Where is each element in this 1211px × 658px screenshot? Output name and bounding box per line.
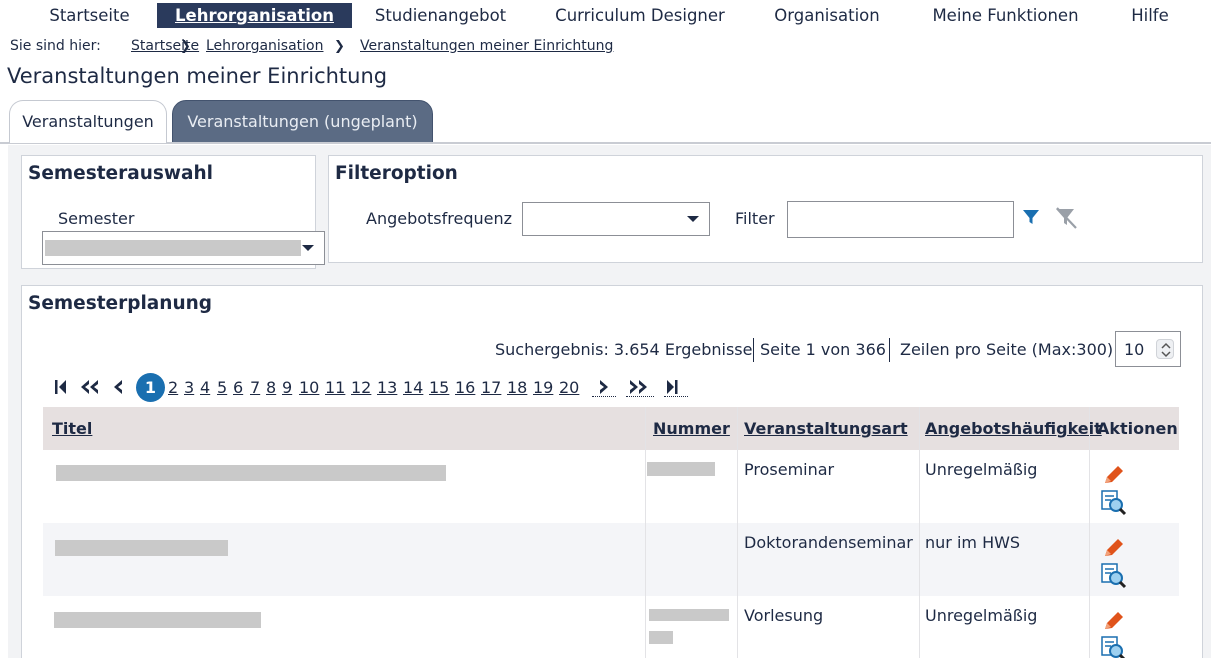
page-link[interactable]: 13	[377, 378, 397, 397]
page-link[interactable]: 15	[429, 378, 449, 397]
rows-per-page-value: 10	[1124, 340, 1145, 359]
column-header-angebotshaeufigkeit[interactable]: Angebotshäufigkeit	[925, 407, 1102, 450]
redacted-title	[54, 612, 261, 628]
filter-label: Filter	[735, 209, 775, 228]
page-link[interactable]: 8	[266, 378, 276, 397]
page-link[interactable]: 12	[351, 378, 371, 397]
edit-pencil-icon[interactable]	[1101, 536, 1127, 560]
semester-select[interactable]	[42, 231, 325, 265]
divider	[753, 338, 754, 362]
first-page-icon[interactable]	[54, 377, 68, 397]
course-type: Proseminar	[744, 460, 835, 479]
page-link[interactable]: 9	[282, 378, 292, 397]
top-navigation: Startseite Lehrorganisation Studienangeb…	[0, 0, 1211, 31]
semester-selection-title: Semesterauswahl	[28, 163, 213, 184]
tab-divider	[0, 142, 1211, 144]
view-details-magnifier-icon[interactable]	[1101, 490, 1127, 516]
page-link[interactable]: 5	[217, 378, 227, 397]
column-header-titel[interactable]: Titel	[52, 407, 92, 450]
tab-veranstaltungen[interactable]: Veranstaltungen	[9, 100, 167, 143]
page-link[interactable]: 4	[200, 378, 210, 397]
rows-per-page-label: Zeilen pro Seite (Max:300)	[900, 340, 1114, 359]
filter-icon[interactable]	[1021, 207, 1041, 227]
semester-planning-title: Semesterplanung	[28, 293, 213, 314]
page-link[interactable]: 3	[184, 378, 194, 397]
redacted-number	[647, 462, 715, 476]
nav-item-organisation[interactable]: Organisation	[768, 3, 886, 28]
table-header: Titel Nummer Veranstaltungsart Angebotsh…	[43, 407, 1179, 450]
page-link[interactable]: 14	[403, 378, 423, 397]
view-details-magnifier-icon[interactable]	[1101, 636, 1127, 658]
next-pages-icon[interactable]	[626, 377, 654, 397]
course-frequency: Unregelmäßig	[925, 606, 1038, 625]
page-link[interactable]: 17	[481, 378, 501, 397]
page-link[interactable]: 20	[559, 378, 579, 397]
column-divider	[919, 407, 920, 658]
redacted-title	[55, 540, 228, 556]
rows-per-page-stepper[interactable]: 10	[1115, 331, 1181, 367]
course-type: Vorlesung	[744, 606, 824, 625]
page-link[interactable]: 16	[455, 378, 475, 397]
course-type: Doktorandenseminar	[744, 533, 913, 552]
nav-item-lehrorganisation[interactable]: Lehrorganisation	[157, 3, 352, 28]
breadcrumb-link-current[interactable]: Veranstaltungen meiner Einrichtung	[360, 38, 613, 54]
page-current[interactable]: 1	[136, 373, 165, 402]
courses-table: Titel Nummer Veranstaltungsart Angebotsh…	[43, 407, 1179, 658]
column-header-nummer[interactable]: Nummer	[653, 407, 730, 450]
redacted-title	[56, 465, 446, 481]
page-info: Seite 1 von 366	[760, 340, 886, 359]
page-link[interactable]: 11	[325, 378, 345, 397]
edit-pencil-icon[interactable]	[1101, 463, 1127, 487]
redacted-number	[649, 631, 673, 644]
page-title: Veranstaltungen meiner Einrichtung	[7, 64, 388, 88]
redacted-value	[45, 240, 301, 256]
page-link[interactable]: 2	[168, 378, 178, 397]
frequency-select[interactable]	[522, 202, 710, 236]
redacted-number	[649, 609, 729, 621]
stepper-arrows-icon[interactable]	[1156, 339, 1174, 359]
filter-option-title: Filteroption	[335, 163, 458, 184]
divider	[889, 338, 890, 362]
edit-pencil-icon[interactable]	[1101, 609, 1127, 633]
column-header-aktionen: Aktionen	[1097, 419, 1178, 438]
chevron-down-icon	[687, 216, 699, 222]
previous-pages-icon[interactable]	[79, 377, 101, 397]
course-frequency: nur im HWS	[925, 533, 1021, 552]
nav-item-hilfe[interactable]: Hilfe	[1122, 3, 1178, 28]
semester-label: Semester	[58, 209, 135, 228]
result-count: Suchergebnis: 3.654 Ergebnisse	[495, 340, 753, 359]
clear-filter-icon[interactable]	[1053, 206, 1079, 230]
nav-item-curriculum-designer[interactable]: Curriculum Designer	[551, 3, 729, 28]
previous-page-icon[interactable]	[112, 377, 124, 397]
tab-veranstaltungen-ungeplant[interactable]: Veranstaltungen (ungeplant)	[172, 100, 433, 143]
page-link[interactable]: 18	[507, 378, 527, 397]
breadcrumb-link-lehrorganisation[interactable]: Lehrorganisation	[206, 38, 323, 54]
column-header-veranstaltungsart[interactable]: Veranstaltungsart	[744, 407, 908, 450]
frequency-label: Angebotsfrequenz	[366, 209, 513, 228]
nav-item-studienangebot[interactable]: Studienangebot	[368, 3, 513, 28]
column-divider	[645, 407, 646, 658]
next-page-icon[interactable]	[592, 377, 616, 397]
filter-input[interactable]	[787, 201, 1014, 238]
nav-item-startseite[interactable]: Startseite	[38, 3, 141, 28]
last-page-icon[interactable]	[664, 377, 688, 397]
breadcrumb-prefix: Sie sind hier:	[10, 38, 101, 54]
breadcrumb-separator-icon: ❯	[334, 39, 345, 54]
nav-item-meine-funktionen[interactable]: Meine Funktionen	[925, 3, 1086, 28]
page-link[interactable]: 19	[533, 378, 553, 397]
chevron-down-icon	[302, 245, 314, 251]
page-link[interactable]: 7	[250, 378, 260, 397]
breadcrumb-separator-icon: ❯	[180, 39, 191, 54]
column-divider	[1089, 407, 1090, 658]
course-frequency: Unregelmäßig	[925, 460, 1038, 479]
table-row: Proseminar Unregelmäßig	[43, 450, 1179, 523]
table-row: Doktorandenseminar nur im HWS	[43, 523, 1179, 596]
view-details-magnifier-icon[interactable]	[1101, 563, 1127, 589]
page-link[interactable]: 10	[299, 378, 319, 397]
column-divider	[737, 407, 738, 658]
page-link[interactable]: 6	[233, 378, 243, 397]
table-row: Vorlesung Unregelmäßig	[43, 596, 1179, 658]
